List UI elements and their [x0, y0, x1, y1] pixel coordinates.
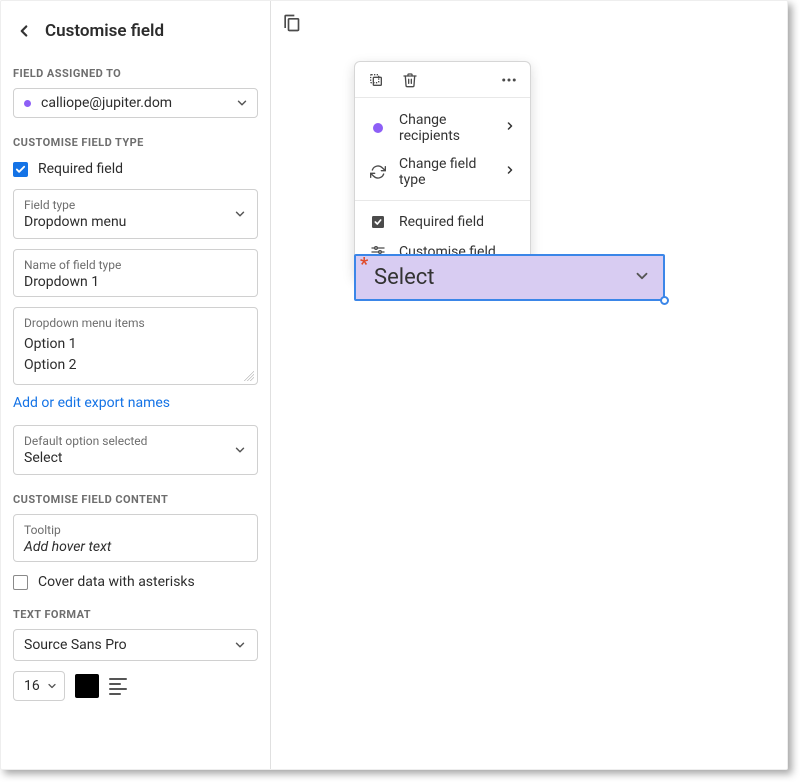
trash-icon[interactable] — [401, 71, 419, 89]
chevron-right-icon — [504, 120, 516, 136]
field-name-label: Name of field type — [24, 258, 247, 272]
sidebar-title: Customise field — [45, 21, 164, 41]
tooltip-placeholder: Add hover text — [24, 539, 247, 555]
field-context-panel: Change recipients Change field type — [354, 61, 531, 278]
tooltip-label: Tooltip — [24, 523, 247, 537]
menu-item-label: Change recipients — [399, 112, 492, 144]
chevron-down-icon — [233, 638, 247, 652]
dropdown-option: Option 1 — [24, 334, 247, 355]
chevron-down-icon — [233, 207, 247, 221]
font-size-value: 16 — [24, 678, 40, 694]
back-button[interactable] — [13, 20, 35, 42]
more-icon[interactable] — [500, 71, 518, 89]
resize-handle[interactable] — [660, 296, 669, 305]
customise-field-sidebar: Customise field FIELD ASSIGNED TO callio… — [1, 1, 271, 769]
menu-change-recipients[interactable]: Change recipients — [355, 106, 530, 150]
menu-item-label: Change field type — [399, 156, 492, 188]
section-assigned-to: FIELD ASSIGNED TO — [13, 67, 258, 80]
text-align-icon[interactable] — [109, 675, 131, 697]
tooltip-input[interactable]: Tooltip Add hover text — [13, 514, 258, 562]
field-type-label: Field type — [24, 198, 233, 212]
chevron-down-icon — [235, 96, 249, 110]
chevron-down-icon — [46, 680, 58, 692]
menu-item-label: Required field — [399, 214, 516, 230]
cover-asterisks-label: Cover data with asterisks — [38, 574, 195, 590]
font-family-value: Source Sans Pro — [24, 637, 127, 653]
font-color-swatch[interactable] — [75, 674, 99, 698]
dropdown-field-instance[interactable]: * Select — [354, 254, 665, 301]
default-option-select[interactable]: Default option selected Select — [13, 425, 258, 475]
cover-asterisks-checkbox[interactable] — [13, 575, 28, 590]
recipient-dot-icon — [373, 123, 383, 133]
recipient-dot-icon — [24, 100, 31, 107]
field-type-select[interactable]: Field type Dropdown menu — [13, 189, 258, 239]
refresh-icon — [369, 163, 387, 181]
export-names-link[interactable]: Add or edit export names — [13, 395, 258, 411]
chevron-down-icon — [233, 443, 247, 457]
field-name-value: Dropdown 1 — [24, 274, 247, 290]
assignee-value: calliope@jupiter.dom — [41, 95, 172, 111]
checkbox-checked-icon — [369, 213, 387, 231]
section-customise-type: CUSTOMISE FIELD TYPE — [13, 136, 258, 149]
dropdown-items-label: Dropdown menu items — [24, 316, 247, 330]
duplicate-icon[interactable] — [367, 71, 385, 89]
chevron-down-icon — [633, 267, 651, 289]
field-type-value: Dropdown menu — [24, 214, 233, 230]
dropdown-field-placeholder: Select — [374, 265, 434, 290]
required-field-checkbox[interactable] — [13, 162, 28, 177]
required-asterisk-icon: * — [360, 254, 368, 275]
font-size-select[interactable]: 16 — [13, 671, 65, 701]
default-option-value: Select — [24, 450, 233, 466]
menu-separator — [355, 200, 530, 201]
assignee-select[interactable]: calliope@jupiter.dom — [13, 88, 258, 118]
default-option-label: Default option selected — [24, 434, 233, 448]
field-name-input[interactable]: Name of field type Dropdown 1 — [13, 249, 258, 297]
required-field-label: Required field — [38, 161, 123, 177]
section-text-format: TEXT FORMAT — [13, 608, 258, 621]
menu-change-field-type[interactable]: Change field type — [355, 150, 530, 194]
section-customise-content: CUSTOMISE FIELD CONTENT — [13, 493, 258, 506]
dropdown-option: Option 2 — [24, 355, 247, 376]
resize-handle-icon[interactable] — [244, 371, 254, 381]
document-canvas[interactable]: Change recipients Change field type — [271, 1, 787, 769]
font-family-select[interactable]: Source Sans Pro — [13, 629, 258, 661]
chevron-right-icon — [504, 164, 516, 180]
dropdown-items-textarea[interactable]: Dropdown menu items Option 1 Option 2 — [13, 307, 258, 385]
checkmark-icon — [15, 164, 26, 175]
menu-required-field[interactable]: Required field — [355, 207, 530, 237]
copy-icon[interactable] — [281, 13, 303, 35]
chevron-left-icon — [15, 22, 33, 40]
